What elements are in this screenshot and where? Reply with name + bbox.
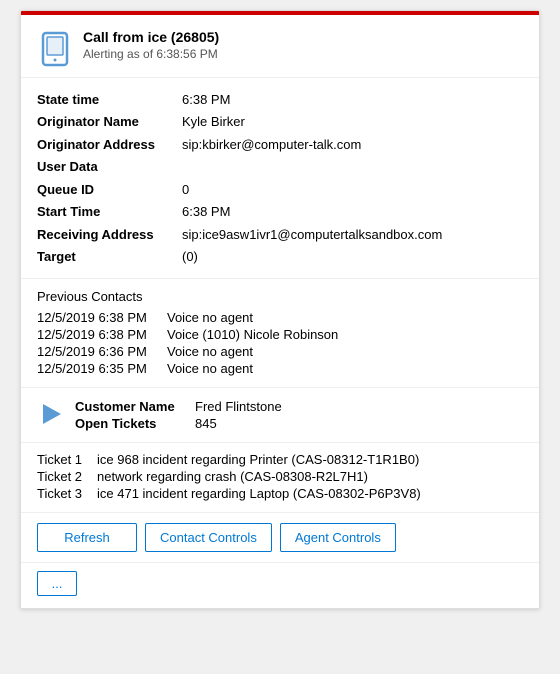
ticket-desc: ice 968 incident regarding Printer (CAS-… bbox=[97, 452, 523, 467]
open-tickets-value: 845 bbox=[195, 416, 217, 431]
contact-desc: Voice no agent bbox=[167, 344, 253, 359]
state-time-row: State time 6:38 PM bbox=[37, 88, 523, 111]
receiving-address-row: Receiving Address sip:ice9asw1ivr1@compu… bbox=[37, 223, 523, 246]
contact-desc: Voice no agent bbox=[167, 310, 253, 325]
header-section: Call from ice (26805) Alerting as of 6:3… bbox=[21, 15, 539, 78]
info-section: State time 6:38 PM Originator Name Kyle … bbox=[21, 78, 539, 279]
phone-icon bbox=[37, 31, 73, 67]
main-card: Call from ice (26805) Alerting as of 6:3… bbox=[20, 10, 540, 609]
contact-date: 12/5/2019 6:35 PM bbox=[37, 361, 167, 376]
crm-play-icon bbox=[37, 400, 65, 428]
open-tickets-row: Open Tickets 845 bbox=[75, 415, 282, 432]
header-subtitle: Alerting as of 6:38:56 PM bbox=[83, 47, 219, 61]
list-item: 12/5/2019 6:35 PM Voice no agent bbox=[37, 360, 523, 377]
contact-date: 12/5/2019 6:38 PM bbox=[37, 327, 167, 342]
ticket-label: Ticket 1 bbox=[37, 452, 97, 467]
originator-name-value: Kyle Birker bbox=[182, 112, 245, 132]
start-time-row: Start Time 6:38 PM bbox=[37, 201, 523, 224]
table-row: Ticket 3 ice 471 incident regarding Lapt… bbox=[37, 485, 523, 502]
ticket-desc: network regarding crash (CAS-08308-R2L7H… bbox=[97, 469, 523, 484]
crm-section: Customer Name Fred Flintstone Open Ticke… bbox=[21, 388, 539, 443]
originator-name-label: Originator Name bbox=[37, 112, 182, 132]
refresh-button[interactable]: Refresh bbox=[37, 523, 137, 552]
crm-info: Customer Name Fred Flintstone Open Ticke… bbox=[75, 398, 282, 432]
queue-id-row: Queue ID 0 bbox=[37, 178, 523, 201]
ticket-label: Ticket 2 bbox=[37, 469, 97, 484]
tickets-section: Ticket 1 ice 968 incident regarding Prin… bbox=[21, 443, 539, 513]
list-item: 12/5/2019 6:36 PM Voice no agent bbox=[37, 343, 523, 360]
queue-id-label: Queue ID bbox=[37, 180, 182, 200]
originator-address-label: Originator Address bbox=[37, 135, 182, 155]
table-row: Ticket 1 ice 968 incident regarding Prin… bbox=[37, 451, 523, 468]
previous-contacts-section: Previous Contacts 12/5/2019 6:38 PM Voic… bbox=[21, 279, 539, 388]
target-value: (0) bbox=[182, 247, 198, 267]
customer-name-value: Fred Flintstone bbox=[195, 399, 282, 414]
buttons-section: Refresh Contact Controls Agent Controls bbox=[21, 513, 539, 563]
list-item: 12/5/2019 6:38 PM Voice (1010) Nicole Ro… bbox=[37, 326, 523, 343]
header-text: Call from ice (26805) Alerting as of 6:3… bbox=[83, 29, 219, 61]
target-row: Target (0) bbox=[37, 246, 523, 269]
open-tickets-label: Open Tickets bbox=[75, 416, 195, 431]
ticket-desc: ice 471 incident regarding Laptop (CAS-0… bbox=[97, 486, 523, 501]
receiving-address-value: sip:ice9asw1ivr1@computertalksandbox.com bbox=[182, 225, 442, 245]
contact-date: 12/5/2019 6:38 PM bbox=[37, 310, 167, 325]
list-item: 12/5/2019 6:38 PM Voice no agent bbox=[37, 309, 523, 326]
customer-name-row: Customer Name Fred Flintstone bbox=[75, 398, 282, 415]
customer-name-label: Customer Name bbox=[75, 399, 195, 414]
user-data-row: User Data bbox=[37, 156, 523, 179]
header-title: Call from ice (26805) bbox=[83, 29, 219, 45]
table-row: Ticket 2 network regarding crash (CAS-08… bbox=[37, 468, 523, 485]
start-time-label: Start Time bbox=[37, 202, 182, 222]
more-button[interactable]: ... bbox=[37, 571, 77, 596]
contact-desc: Voice (1010) Nicole Robinson bbox=[167, 327, 338, 342]
user-data-label: User Data bbox=[37, 157, 182, 177]
originator-address-row: Originator Address sip:kbirker@computer-… bbox=[37, 133, 523, 156]
previous-contacts-heading: Previous Contacts bbox=[37, 289, 523, 304]
start-time-value: 6:38 PM bbox=[182, 202, 230, 222]
ticket-label: Ticket 3 bbox=[37, 486, 97, 501]
contact-controls-button[interactable]: Contact Controls bbox=[145, 523, 272, 552]
contact-date: 12/5/2019 6:36 PM bbox=[37, 344, 167, 359]
agent-controls-button[interactable]: Agent Controls bbox=[280, 523, 396, 552]
state-time-value: 6:38 PM bbox=[182, 90, 230, 110]
contact-desc: Voice no agent bbox=[167, 361, 253, 376]
receiving-address-label: Receiving Address bbox=[37, 225, 182, 245]
originator-name-row: Originator Name Kyle Birker bbox=[37, 111, 523, 134]
state-time-label: State time bbox=[37, 90, 182, 110]
target-label: Target bbox=[37, 247, 182, 267]
more-section: ... bbox=[21, 563, 539, 608]
originator-address-value: sip:kbirker@computer-talk.com bbox=[182, 135, 361, 155]
queue-id-value: 0 bbox=[182, 180, 189, 200]
